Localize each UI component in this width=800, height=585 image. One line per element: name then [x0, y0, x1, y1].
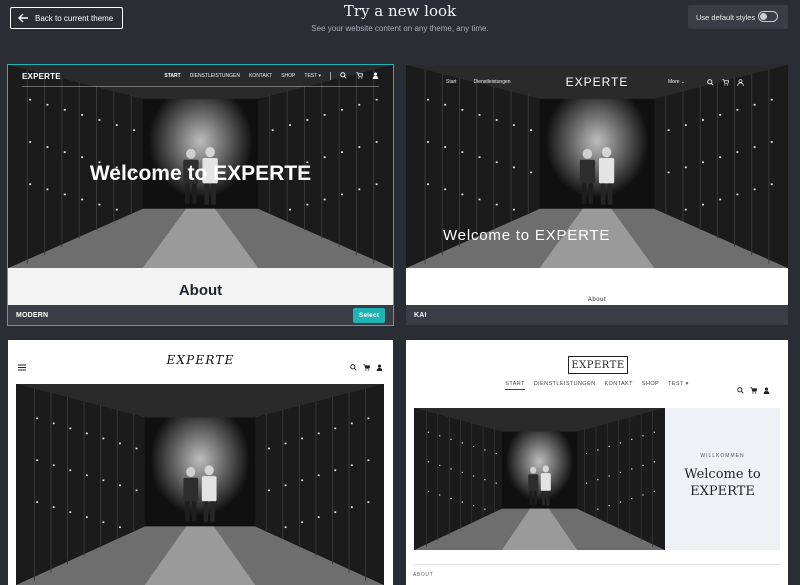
nav-link-shop: SHOP [281, 73, 296, 79]
search-icon [340, 71, 347, 81]
hero-line-1: Welcome to [684, 467, 761, 482]
theme-card-footer: MODERN Select [8, 305, 393, 325]
search-icon [350, 358, 357, 376]
preview-nav-icons [737, 381, 770, 399]
hero-line-2: EXPERTE [690, 484, 755, 499]
theme-name: MODERN [16, 311, 49, 319]
user-icon [737, 79, 744, 88]
nav-link-test: TEST ▾ [304, 73, 321, 79]
select-theme-button[interactable]: Select [353, 308, 385, 323]
preview-nav: EXPERTE [8, 340, 393, 382]
nav-link-shop: SHOP [641, 381, 660, 387]
nav-divider [330, 72, 331, 80]
nav-link-dienstleistungen: DIENSTLEISTUNGEN [189, 73, 240, 79]
preview-nav-links: START DIENSTLEISTUNGEN KONTAKT SHOP TEST… [406, 381, 788, 390]
page-title: Try a new look [343, 2, 457, 20]
cart-icon [363, 358, 371, 376]
nav-link-start: START [505, 381, 525, 390]
preview-nav-right: More ⌄ [668, 79, 744, 88]
user-icon [763, 381, 770, 399]
preview-hero-heading: Welcome to EXPERTE [443, 227, 611, 244]
search-icon [737, 381, 744, 399]
theme-card-4[interactable]: EXPERTE START DIENSTLEISTUNGEN KONTAKT S… [406, 340, 788, 585]
preview-nav: EXPERTE START DIENSTLEISTUNGEN KONTAKT S… [8, 65, 393, 87]
nav-link-kontakt: KONTAKT [248, 73, 273, 79]
cart-icon [722, 79, 730, 88]
nav-link-start: START [164, 73, 181, 79]
nav-link-more: More ⌄ [668, 79, 685, 85]
preview-hero-heading: Welcome to EXPERTE [89, 162, 312, 185]
theme-card-modern[interactable]: EXPERTE START DIENSTLEISTUNGEN KONTAKT S… [7, 64, 394, 326]
nav-separator [22, 86, 379, 87]
nav-link-test: TEST ▾ [668, 381, 689, 387]
theme-name: KAI [414, 311, 427, 319]
theme-card-kai[interactable]: Start Dienstleistungen EXPERTE More ⌄ We… [406, 65, 788, 325]
preview-logo: EXPERTE [568, 356, 628, 374]
preview-about-heading: About [178, 282, 223, 299]
hero-text-panel: WILLKOMMEN Welcome to EXPERTE [665, 408, 780, 550]
preview-logo: EXPERTE [22, 71, 61, 81]
cart-icon [750, 381, 758, 399]
search-icon [707, 79, 714, 88]
hero-image [414, 408, 665, 550]
section-divider [413, 564, 781, 565]
theme-card-footer: KAI [406, 305, 788, 325]
user-icon [372, 72, 379, 81]
toggle-knob [760, 13, 767, 20]
default-styles-control: Use default styles [688, 5, 788, 29]
hero-image [16, 384, 384, 585]
default-styles-label: Use default styles [696, 12, 756, 22]
preview-nav-icons [350, 358, 383, 376]
hero-kicker: WILLKOMMEN [700, 453, 745, 459]
preview-about-heading: ABOUT [413, 572, 434, 578]
cart-icon [356, 71, 364, 81]
preview-logo: EXPERTE [166, 353, 235, 367]
nav-link-kontakt: KONTAKT [604, 381, 633, 387]
preview-nav-links: START DIENSTLEISTUNGEN KONTAKT SHOP TEST… [164, 71, 379, 81]
preview-hero-heading: Welcome to EXPERTE [665, 466, 780, 500]
theme-card-3[interactable]: EXPERTE [8, 340, 393, 585]
page-subtitle: See your website content on any theme, a… [311, 24, 489, 33]
user-icon [376, 358, 383, 376]
default-styles-toggle[interactable] [758, 11, 778, 22]
preview-about-heading: About [587, 297, 607, 303]
preview-nav: Start Dienstleistungen EXPERTE More ⌄ [406, 65, 788, 99]
nav-link-dienstleistungen: DIENSTLEISTUNGEN [533, 381, 596, 387]
top-bar: Back to current theme Try a new look See… [0, 0, 800, 62]
